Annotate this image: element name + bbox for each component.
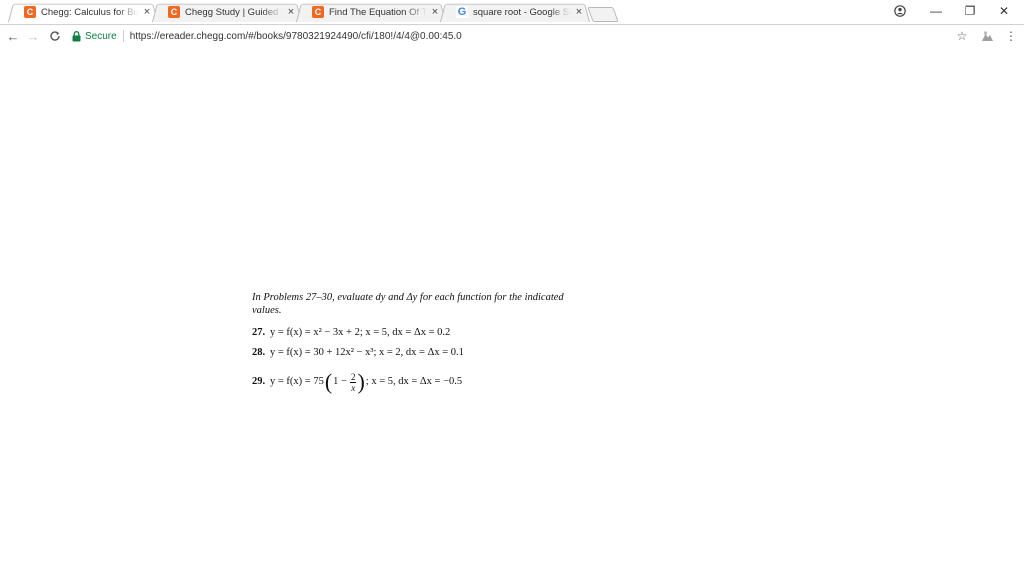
restore-button[interactable]: ❐ [952,0,988,22]
problem-expression: y = f(x) = 30 + 12x² − x³; x = 2, dx = Δ… [270,347,464,358]
fraction: 2 x [349,371,357,393]
new-tab-button[interactable] [587,7,619,22]
close-paren: ) [357,369,365,394]
fraction-denominator: x [351,382,356,393]
tab-strip: C Chegg: Calculus for Business, Economic… [0,0,1024,25]
divider [122,30,124,42]
forward-button[interactable]: → [24,27,42,45]
tab-title: Chegg Study | Guided Solutions [185,6,283,18]
lock-icon [70,30,82,42]
google-favicon-icon: G [456,6,468,18]
account-icon[interactable] [882,0,918,22]
back-button[interactable]: ← [4,27,22,45]
problem-expression: y = f(x) = x² − 3x + 2; x = 5, dx = Δx =… [270,327,451,338]
textbook-excerpt: In Problems 27–30, evaluate dy and Δy fo… [252,291,572,395]
bookmark-star-icon[interactable]: ☆ [953,27,971,45]
tab-close-icon[interactable]: × [429,6,441,18]
address-bar[interactable]: Secure https://ereader.chegg.com/#/books… [70,27,942,45]
tab-title: square root - Google Search [473,6,571,18]
chegg-favicon-icon: C [312,6,324,18]
tab-find-equation[interactable]: C Find The Equation Of The × [296,2,446,22]
problem-29: 29. y = f(x) = 75 ( 1 − 2 x ) ; x = 5, d… [252,369,572,395]
problem-28: 28. y = f(x) = 30 + 12x² − x³; x = 2, dx… [252,343,572,363]
tab-title: Chegg: Calculus for Business, Economics,… [41,6,139,18]
tab-chegg-study[interactable]: C Chegg Study | Guided Solutions × [152,2,302,22]
problem-number: 28. [252,347,266,358]
reload-button[interactable] [46,27,64,45]
close-window-button[interactable]: ✕ [986,0,1022,22]
extension-icon[interactable] [978,27,996,45]
tab-close-icon[interactable]: × [285,6,297,18]
problem-instructions: In Problems 27–30, evaluate dy and Δy fo… [252,292,564,316]
problem-expression-prefix: y = f(x) = 75 [270,376,324,387]
fraction-numerator: 2 [349,371,357,383]
one-minus: 1 − [333,376,347,387]
problem-number: 29. [252,376,266,387]
menu-icon[interactable]: ⋮ [1002,27,1020,45]
tab-close-icon[interactable]: × [573,6,585,18]
secure-label: Secure [85,30,117,42]
problem-number: 27. [252,327,266,338]
chegg-favicon-icon: C [168,6,180,18]
tab-close-icon[interactable]: × [141,6,153,18]
tab-google-search[interactable]: G square root - Google Search × [440,2,590,22]
tab-title: Find The Equation Of The [329,6,427,18]
minimize-button[interactable]: — [918,0,954,22]
page-content: In Problems 27–30, evaluate dy and Δy fo… [0,48,1024,576]
url-text[interactable]: https://ereader.chegg.com/#/books/978032… [130,31,462,42]
chegg-favicon-icon: C [24,6,36,18]
open-paren: ( [324,369,333,394]
tab-chegg-calculus[interactable]: C Chegg: Calculus for Business, Economic… [8,2,158,22]
problem-27: 27. y = f(x) = x² − 3x + 2; x = 5, dx = … [252,323,572,343]
problem-expression-suffix: ; x = 5, dx = Δx = −0.5 [365,376,463,387]
browser-toolbar: ← → Secure https://ereader.chegg.com/#/b… [0,25,1024,47]
